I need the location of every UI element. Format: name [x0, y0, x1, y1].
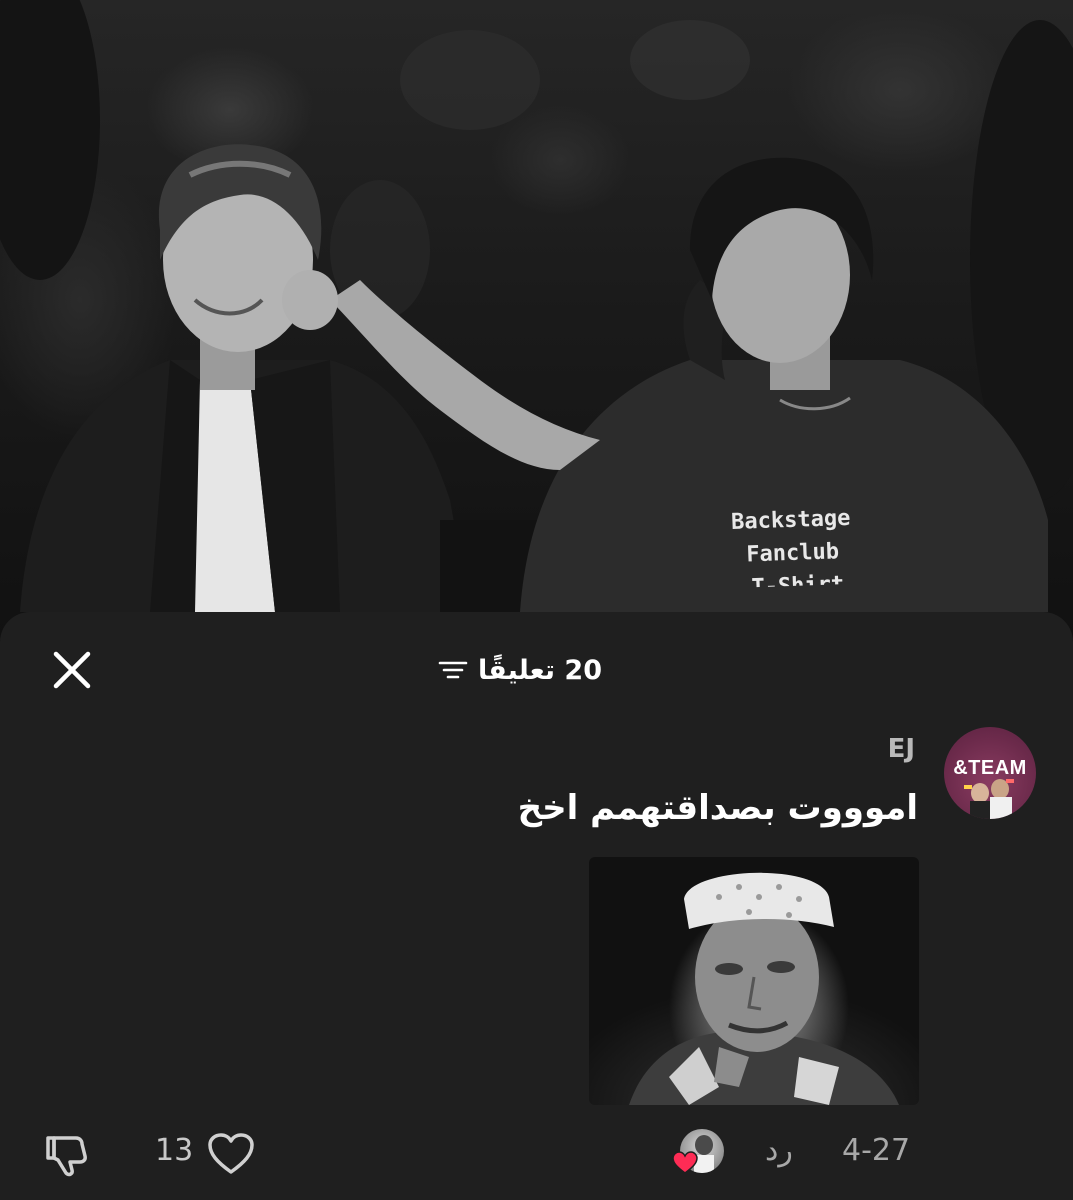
man-in-white-cap-sticker [629, 872, 899, 1105]
heart-filled-icon [672, 1151, 698, 1174]
heart-outline-icon [208, 1133, 254, 1174]
comment-username[interactable]: EJ [888, 734, 915, 764]
filter-lines-icon[interactable] [438, 659, 468, 681]
like-count: 13 [155, 1133, 194, 1168]
dislike-button[interactable] [40, 1130, 90, 1180]
comment-author-avatar[interactable]: &TEAM [944, 727, 1036, 819]
comment-attached-image[interactable] [589, 857, 919, 1105]
comment-date: 4-27 [842, 1133, 911, 1168]
creator-liked-indicator [672, 1129, 726, 1177]
shirt-print-text: Backstage Fanclub T-Shirt [731, 500, 904, 588]
close-icon [53, 651, 91, 689]
avatar-figures [964, 779, 1014, 819]
thumbs-down-icon [46, 1136, 87, 1177]
comments-header[interactable]: 20 تعليقًا [420, 650, 620, 690]
comment-text: اموووت بصداقتهمم اخخ [517, 788, 918, 828]
video-scene [0, 0, 1073, 612]
like-button[interactable] [207, 1132, 255, 1176]
video-frame[interactable]: Backstage Fanclub T-Shirt [0, 0, 1073, 640]
comments-count-title: 20 تعليقًا [478, 654, 602, 686]
close-button[interactable] [50, 648, 94, 692]
reply-button[interactable]: رد [765, 1133, 793, 1168]
